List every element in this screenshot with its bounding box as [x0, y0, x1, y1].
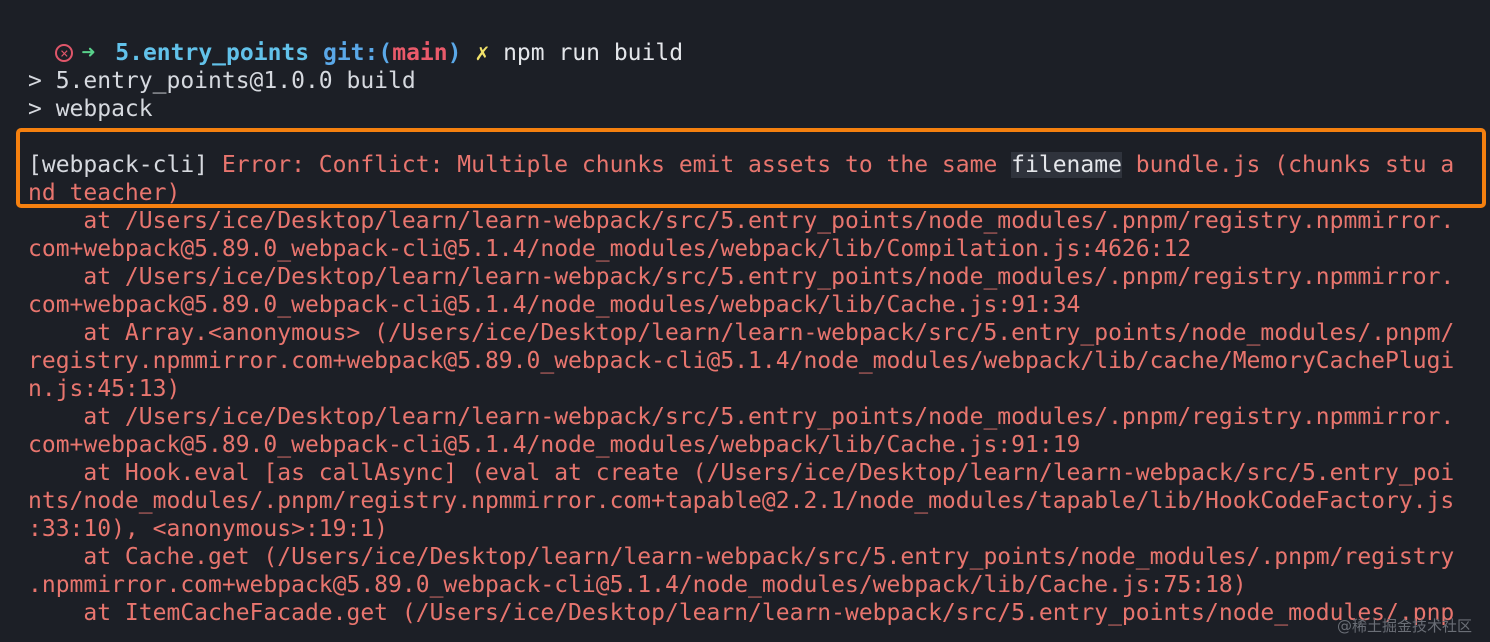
git-dirty-marker: ✗ [475, 40, 490, 66]
git-label: git: [322, 40, 379, 66]
stack-trace-line: at Cache.get (/Users/ice/Desktop/learn/l… [28, 544, 1455, 570]
prompt-line: × ➜ 5.entry_points git:(main) ✗ npm run bu… [0, 11, 683, 66]
error-message: Error: Conflict: Multiple chunks emit as… [208, 152, 1012, 178]
git-branch: main [392, 40, 448, 66]
stack-trace-line: com+webpack@5.89.0_webpack-cli@5.1.4/nod… [28, 236, 1192, 262]
stack-trace-line: at Array.<anonymous> (/Users/ice/Desktop… [28, 320, 1455, 346]
stack-trace-line: at ItemCacheFacade.get (/Users/ice/Deskt… [28, 600, 1455, 626]
error-message-tail: bundle.js (chunks stu a [1121, 152, 1455, 178]
stack-trace-line: .npmmirror.com+webpack@5.89.0_webpack-cl… [28, 572, 1247, 598]
script-output-line: > 5.entry_points@1.0.0 build [28, 68, 416, 94]
stack-trace-line: com+webpack@5.89.0_webpack-cli@5.1.4/nod… [28, 432, 1081, 458]
stack-trace-line: at /Users/ice/Desktop/learn/learn-webpac… [28, 264, 1455, 290]
stack-trace-line: registry.npmmirror.com+webpack@5.89.0_we… [28, 348, 1455, 374]
stack-trace-line: com+webpack@5.89.0_webpack-cli@5.1.4/nod… [28, 292, 1081, 318]
error-source: [webpack-cli] [28, 152, 209, 178]
highlighted-word: filename [1011, 152, 1122, 178]
error-line-continued: nd teacher) [28, 180, 181, 206]
stack-trace-line: nts/node_modules/.pnpm/registry.npmmirro… [28, 488, 1455, 514]
stack-trace-line: at /Users/ice/Desktop/learn/learn-webpac… [28, 404, 1455, 430]
script-output-line: > webpack [28, 96, 153, 122]
stack-trace-line: :33:10), <anonymous>:19:1) [28, 516, 389, 542]
watermark: @稀土掘金技术社区 [1336, 617, 1472, 635]
stack-trace-line: at Hook.eval [as callAsync] (eval at cre… [28, 460, 1455, 486]
stack-trace-line: at /Users/ice/Desktop/learn/learn-webpac… [28, 208, 1455, 234]
command-text: npm run build [503, 40, 684, 66]
terminal-window[interactable]: × ➜ 5.entry_points git:(main) ✗ npm run bu… [0, 0, 1490, 642]
error-status-icon: × [55, 44, 74, 62]
prompt-arrow-icon: ➜ [81, 40, 96, 66]
current-directory: 5.entry_points [115, 40, 310, 66]
stack-trace-line: n.js:45:13) [28, 376, 181, 402]
error-line: [webpack-cli] Error: Conflict: Multiple … [28, 151, 1454, 179]
